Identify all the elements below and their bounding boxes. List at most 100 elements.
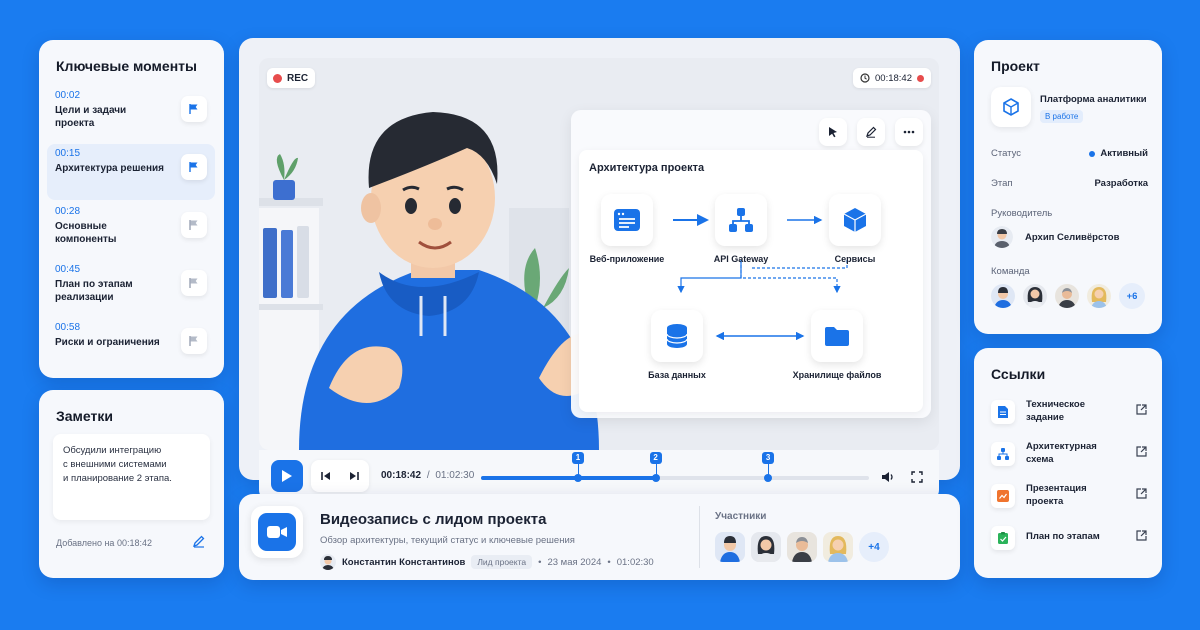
current-time: 00:18:42	[381, 470, 422, 481]
external-link-icon[interactable]	[1136, 488, 1147, 499]
diagram-canvas: Архитектура проекта Веб-приложение API G…	[579, 150, 923, 412]
link-architecture-scheme[interactable]: Архитектурная схема	[991, 438, 1151, 474]
moment-label: Архитектура решения	[55, 163, 164, 174]
flag-icon[interactable]	[181, 212, 207, 238]
flag-icon[interactable]	[181, 96, 207, 122]
database-label: База данных	[648, 370, 706, 380]
video-title: Видеозапись с лидом проекта	[320, 511, 547, 528]
project-status-badge: В работе	[1040, 110, 1084, 123]
next-icon[interactable]	[349, 471, 359, 481]
fullscreen-icon[interactable]	[911, 471, 923, 483]
external-link-icon[interactable]	[1136, 404, 1147, 415]
stage-value: Разработка	[1094, 178, 1148, 189]
role-badge: Лид проекта	[471, 555, 533, 569]
folder-icon	[825, 327, 849, 346]
web-app-label: Веб-приложение	[589, 254, 665, 264]
database-icon	[666, 324, 688, 348]
participants-more[interactable]: +4	[859, 532, 889, 562]
more-icon[interactable]	[895, 118, 923, 146]
browser-icon	[614, 209, 640, 231]
team-avatar[interactable]	[1023, 284, 1047, 308]
video-info-panel: Видеозапись с лидом проекта Обзор архите…	[239, 494, 960, 580]
link-stage-plan[interactable]: План по этапам	[991, 522, 1151, 558]
video-date: 23 мая 2024	[547, 556, 602, 568]
link-label: План по этапам	[1026, 531, 1100, 542]
notes-title: Заметки	[56, 408, 113, 424]
skip-controls	[311, 460, 369, 492]
progress-fill	[481, 476, 660, 480]
checklist-icon	[991, 526, 1015, 550]
meta-dot: •	[607, 556, 611, 568]
moment-time: 00:15	[55, 148, 81, 159]
database-node[interactable]	[651, 310, 703, 362]
participant-avatar[interactable]	[715, 532, 745, 562]
team-avatar[interactable]	[1087, 284, 1111, 308]
play-button[interactable]	[271, 460, 303, 492]
recording-timer: 00:18:42	[853, 68, 931, 88]
moment-item[interactable]: 00:02 Цели и задачи проекта	[47, 86, 215, 142]
services-label: Сервисы	[834, 254, 876, 264]
services-node[interactable]	[829, 194, 881, 246]
play-icon	[282, 470, 292, 482]
moment-label: Основные компоненты	[55, 221, 117, 245]
video-subtitle: Обзор архитектуры, текущий статус и ключ…	[320, 535, 575, 546]
network-icon	[729, 208, 753, 232]
chapter-marker-label[interactable]: 1	[572, 452, 584, 464]
external-link-icon[interactable]	[1136, 446, 1147, 457]
note-line: и планирование 2 этапа.	[63, 473, 172, 484]
status-dot-icon	[1089, 150, 1096, 157]
moment-label: План по этапам реализации	[55, 279, 133, 303]
cube-icon	[843, 208, 867, 232]
chapter-marker-stem	[578, 464, 579, 476]
divider	[699, 506, 700, 568]
note-added-time: Добавлено на 00:18:42	[56, 538, 152, 548]
file-storage-node[interactable]	[811, 310, 863, 362]
note-text[interactable]: Обсудили интеграцию с внешними системами…	[53, 434, 210, 520]
link-presentation[interactable]: Презентация проекта	[991, 480, 1151, 516]
moment-item[interactable]: 00:28 Основные компоненты	[47, 202, 215, 258]
video-camera-tile	[251, 506, 303, 558]
note-line: Обсудили интеграцию	[63, 445, 162, 456]
total-time: 01:02:30	[435, 470, 475, 481]
web-app-node[interactable]	[601, 194, 653, 246]
progress-track[interactable]: 1 2 3	[481, 452, 869, 482]
previous-icon[interactable]	[321, 471, 331, 481]
chapter-marker-label[interactable]: 3	[762, 452, 775, 464]
architecture-board: Архитектура проекта Веб-приложение API G…	[571, 110, 931, 418]
participant-avatar[interactable]	[787, 532, 817, 562]
flag-icon[interactable]	[181, 270, 207, 296]
video-meta: Константин Константинов Лид проекта • 23…	[320, 554, 654, 570]
file-storage-label: Хранилище файлов	[792, 370, 882, 380]
team-list: +6	[991, 283, 1145, 309]
presentation-icon	[991, 484, 1015, 508]
participants-list: +4	[715, 532, 889, 562]
link-label: Архитектурная схема	[1026, 441, 1097, 465]
moment-item[interactable]: 00:58 Риски и ограничения	[47, 318, 215, 374]
link-technical-spec[interactable]: Техническое задание	[991, 396, 1151, 432]
cube-outline-icon	[1003, 98, 1019, 116]
external-link-icon[interactable]	[1136, 530, 1147, 541]
flag-icon[interactable]	[181, 154, 207, 180]
project-cube-tile	[991, 87, 1031, 127]
team-avatar[interactable]	[991, 284, 1015, 308]
participant-avatar[interactable]	[751, 532, 781, 562]
participant-avatar[interactable]	[823, 532, 853, 562]
moment-time: 00:28	[55, 206, 81, 217]
cursor-tool-icon[interactable]	[819, 118, 847, 146]
project-title: Проект	[991, 58, 1040, 74]
volume-icon[interactable]	[881, 470, 895, 484]
api-gateway-node[interactable]	[715, 194, 767, 246]
edit-icon[interactable]	[192, 534, 206, 553]
video-duration: 01:02:30	[616, 556, 654, 568]
moment-item-active[interactable]: 00:15 Архитектура решения	[47, 144, 215, 200]
timer-text: 00:18:42	[875, 72, 912, 84]
team-avatar[interactable]	[1055, 284, 1079, 308]
time-separator: /	[426, 470, 430, 481]
lead-avatar	[991, 226, 1013, 248]
moment-item[interactable]: 00:45 План по этапам реализации	[47, 260, 215, 316]
team-more[interactable]: +6	[1119, 283, 1145, 309]
chapter-marker-label[interactable]: 2	[649, 452, 662, 464]
pen-tool-icon[interactable]	[857, 118, 885, 146]
video-frame[interactable]: REC 00:18:42 Архитектура проекта Веб-при…	[259, 58, 939, 450]
flag-icon[interactable]	[181, 328, 207, 354]
